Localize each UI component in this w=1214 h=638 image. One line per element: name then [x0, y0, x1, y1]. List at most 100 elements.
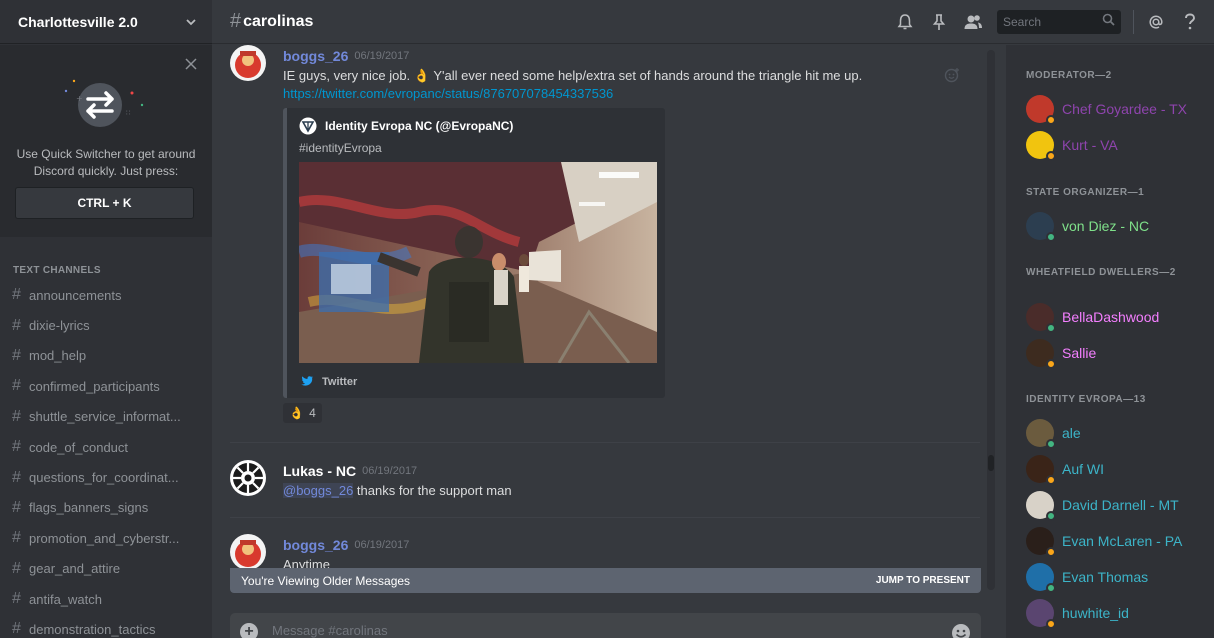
avatar — [1026, 419, 1056, 449]
embed-footer-text: Twitter — [322, 376, 358, 388]
avatar — [1026, 212, 1056, 242]
message-input[interactable] — [272, 623, 951, 638]
message-text: @boggs_26 thanks for the support man — [283, 482, 973, 500]
quick-switcher-tip: + ∷ Use Quick Switcher to get around Dis… — [0, 45, 212, 237]
scrollbar-thumb[interactable] — [988, 455, 994, 471]
avatar — [1026, 339, 1056, 369]
add-reaction-icon[interactable] — [944, 67, 960, 83]
channel-item[interactable]: # promotion_and_cyberstr... — [0, 523, 212, 553]
channel-hash-icon: # — [12, 468, 21, 486]
svg-text:∷: ∷ — [126, 109, 130, 117]
reaction[interactable]: 👌 4 — [283, 403, 322, 423]
channel-hash-icon: # — [12, 438, 21, 456]
channel-item[interactable]: # demonstration_tactics — [0, 614, 212, 638]
avatar[interactable] — [230, 45, 266, 81]
channel-name: shuttle_service_informat... — [29, 409, 181, 425]
member-item[interactable]: Sallie — [1026, 337, 1206, 369]
channel-item[interactable]: # dixie-lyrics — [0, 310, 212, 340]
member-item[interactable]: David Darnell - MT — [1026, 489, 1206, 521]
channel-hash-icon: # — [12, 377, 21, 395]
member-item[interactable]: Auf WI — [1026, 453, 1206, 485]
search-input[interactable] — [1003, 14, 1102, 29]
emoji-picker-icon[interactable] — [951, 623, 971, 638]
channel-item[interactable]: # shuttle_service_informat... — [0, 402, 212, 432]
help-icon[interactable] — [1180, 12, 1200, 32]
pin-icon[interactable] — [929, 12, 949, 32]
older-messages-text: You're Viewing Older Messages — [241, 573, 411, 588]
channel-item[interactable]: # mod_help — [0, 341, 212, 371]
member-name: Evan Thomas — [1062, 569, 1149, 585]
member-item[interactable]: Kurt - VA — [1026, 129, 1206, 161]
message: boggs_26 06/19/2017 IE guys, very nice j… — [230, 45, 982, 430]
svg-text:+: + — [76, 94, 83, 103]
member-item[interactable]: Evan Thomas — [1026, 561, 1206, 593]
scrollbar-track[interactable] — [987, 50, 995, 590]
member-item[interactable]: BellaDashwood — [1026, 301, 1206, 333]
embed-author-name[interactable]: Identity Evropa NC (@EvropaNC) — [325, 119, 513, 133]
member-name: ale — [1062, 425, 1081, 441]
server-header[interactable]: Charlottesville 2.0 — [0, 0, 212, 44]
status-indicator — [1046, 619, 1056, 629]
member-item[interactable]: huwhite_id — [1026, 597, 1206, 629]
member-name: von Diez - NC — [1062, 218, 1150, 234]
channel-name: code_of_conduct — [29, 439, 129, 455]
member-name: Kurt - VA — [1062, 137, 1118, 153]
message-link[interactable]: https://twitter.com/evropanc/status/8767… — [283, 85, 973, 103]
message-composer: + — [230, 613, 981, 638]
user-mention[interactable]: @boggs_26 — [283, 483, 354, 498]
channel-item[interactable]: # code_of_conduct — [0, 432, 212, 462]
chevron-down-icon[interactable] — [184, 15, 198, 29]
text-channels-heading: TEXT CHANNELS — [13, 265, 101, 276]
channel-item[interactable]: # gear_and_attire — [0, 554, 212, 584]
embed-author: Identity Evropa NC (@EvropaNC) — [299, 117, 513, 135]
member-name: Auf WI — [1062, 461, 1105, 477]
channel-item[interactable]: # antifa_watch — [0, 584, 212, 614]
members-icon[interactable] — [963, 12, 983, 32]
channel-item[interactable]: # questions_for_coordinat... — [0, 462, 212, 492]
channel-hash-icon: # — [230, 10, 242, 32]
channel-hash-icon: # — [12, 316, 21, 334]
username[interactable]: boggs_26 — [283, 48, 348, 64]
message-divider — [230, 517, 980, 518]
embed-image[interactable] — [299, 162, 657, 363]
jump-to-present-button[interactable]: JUMP TO PRESENT — [876, 575, 970, 586]
quick-switcher-line2: Discord quickly. Just press: — [33, 164, 179, 178]
channel-item[interactable]: # announcements — [0, 280, 212, 310]
channel-hash-icon: # — [12, 590, 21, 608]
role-heading: IDENTITY EVROPA—13 — [1026, 394, 1146, 405]
member-item[interactable]: Evan McLaren - PA — [1026, 525, 1206, 557]
member-item[interactable]: Chef Goyardee - TX — [1026, 93, 1206, 125]
reaction-emoji: 👌 — [289, 406, 305, 420]
older-messages-bar: You're Viewing Older Messages JUMP TO PR… — [230, 568, 981, 593]
embed-description: #identityEvropa — [299, 141, 382, 155]
channel-hash-icon: # — [12, 346, 21, 364]
search-icon[interactable] — [1102, 13, 1115, 31]
channel-hash-icon: # — [12, 529, 21, 547]
avatar[interactable] — [230, 534, 266, 570]
status-indicator — [1046, 115, 1056, 125]
avatar[interactable] — [230, 460, 266, 496]
status-indicator — [1046, 439, 1056, 449]
search-box[interactable] — [997, 9, 1121, 34]
quick-switcher-shortcut[interactable]: CTRL + K — [15, 187, 194, 219]
upload-plus-button[interactable]: + — [240, 623, 258, 638]
member-item[interactable]: ale — [1026, 417, 1206, 449]
message-body: Lukas - NC 06/19/2017 @boggs_26 thanks f… — [283, 460, 973, 500]
bell-icon[interactable] — [895, 12, 915, 32]
embed-footer: Twitter — [301, 373, 357, 391]
username[interactable]: Lukas - NC — [283, 463, 356, 479]
member-item[interactable]: von Diez - NC — [1026, 210, 1206, 242]
close-icon[interactable] — [184, 57, 198, 71]
link-embed: Identity Evropa NC (@EvropaNC) #identity… — [283, 108, 665, 398]
avatar — [1026, 491, 1056, 521]
member-list: MODERATOR—2 Chef Goyardee - TX Kurt - VA ST… — [1006, 45, 1214, 638]
member-name: huwhite_id — [1062, 605, 1129, 621]
channel-item[interactable]: # confirmed_participants — [0, 371, 212, 401]
username[interactable]: boggs_26 — [283, 537, 348, 553]
channel-name: demonstration_tactics — [29, 621, 156, 637]
message: Lukas - NC 06/19/2017 @boggs_26 thanks f… — [230, 460, 982, 510]
channel-item[interactable]: # flags_banners_signs — [0, 493, 212, 523]
status-indicator — [1046, 151, 1056, 161]
channel-hash-icon: # — [12, 620, 21, 638]
mentions-icon[interactable] — [1146, 12, 1166, 32]
